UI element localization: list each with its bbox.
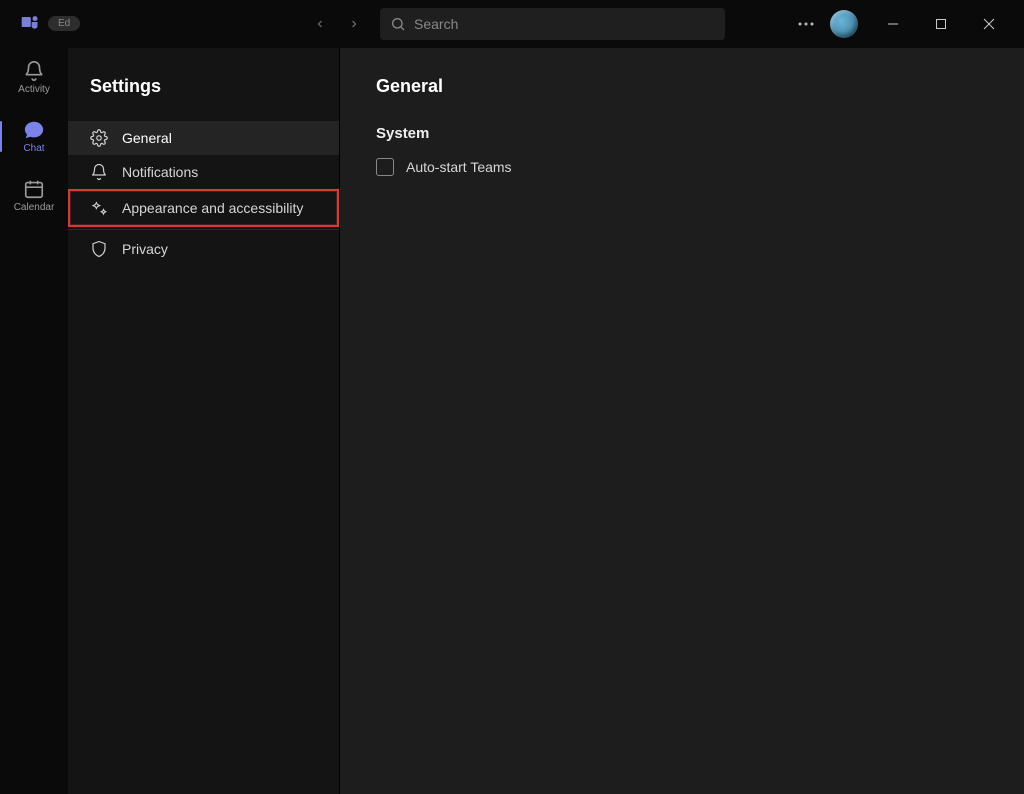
- rail-item-activity[interactable]: Activity: [0, 54, 68, 101]
- search-icon: [390, 16, 406, 32]
- more-options-button[interactable]: [790, 8, 822, 40]
- app-body: Activity Chat Calendar Settings General …: [0, 48, 1024, 794]
- nav-item-notifications[interactable]: Notifications: [68, 155, 339, 189]
- nav-item-label: Privacy: [122, 241, 168, 257]
- bell-icon: [23, 60, 45, 82]
- titlebar-right: [790, 8, 1016, 40]
- settings-title: Settings: [68, 72, 339, 115]
- window-minimize-button[interactable]: [870, 8, 916, 40]
- settings-nav: Settings General Notifications Appearanc…: [68, 48, 340, 794]
- nav-item-label: General: [122, 130, 172, 146]
- search-placeholder: Search: [414, 16, 458, 32]
- bell-icon: [90, 163, 108, 181]
- option-label: Auto-start Teams: [406, 159, 512, 175]
- nav-forward-button[interactable]: [340, 10, 368, 38]
- search-input[interactable]: Search: [380, 8, 725, 40]
- option-auto-start[interactable]: Auto-start Teams: [376, 158, 988, 176]
- nav-item-label: Appearance and accessibility: [122, 200, 303, 216]
- calendar-icon: [23, 178, 45, 200]
- content-heading: General: [376, 76, 988, 97]
- app-rail: Activity Chat Calendar: [0, 48, 68, 794]
- rail-item-chat[interactable]: Chat: [0, 113, 68, 160]
- rail-label: Activity: [18, 84, 50, 95]
- checkbox[interactable]: [376, 158, 394, 176]
- section-title: System: [376, 125, 988, 142]
- user-avatar[interactable]: [830, 10, 858, 38]
- nav-divider: [68, 229, 339, 230]
- titlebar: Ed Search: [0, 0, 1024, 48]
- rail-label: Chat: [23, 143, 44, 154]
- nav-item-privacy[interactable]: Privacy: [68, 232, 339, 266]
- nav-back-button[interactable]: [306, 10, 334, 38]
- settings-content: General System Auto-start Teams: [340, 48, 1024, 794]
- shield-icon: [90, 240, 108, 258]
- nav-item-general[interactable]: General: [68, 121, 339, 155]
- gear-icon: [90, 129, 108, 147]
- rail-label: Calendar: [14, 202, 55, 213]
- sparkle-icon: [90, 199, 108, 217]
- org-pill[interactable]: Ed: [48, 16, 80, 31]
- nav-item-appearance[interactable]: Appearance and accessibility: [68, 189, 339, 227]
- history-nav: [306, 10, 368, 38]
- window-maximize-button[interactable]: [918, 8, 964, 40]
- rail-item-calendar[interactable]: Calendar: [0, 172, 68, 219]
- teams-logo-icon: [20, 12, 40, 37]
- window-close-button[interactable]: [966, 8, 1012, 40]
- settings-nav-list: General Notifications Appearance and acc…: [68, 121, 339, 266]
- chat-icon: [23, 119, 45, 141]
- nav-item-label: Notifications: [122, 164, 198, 180]
